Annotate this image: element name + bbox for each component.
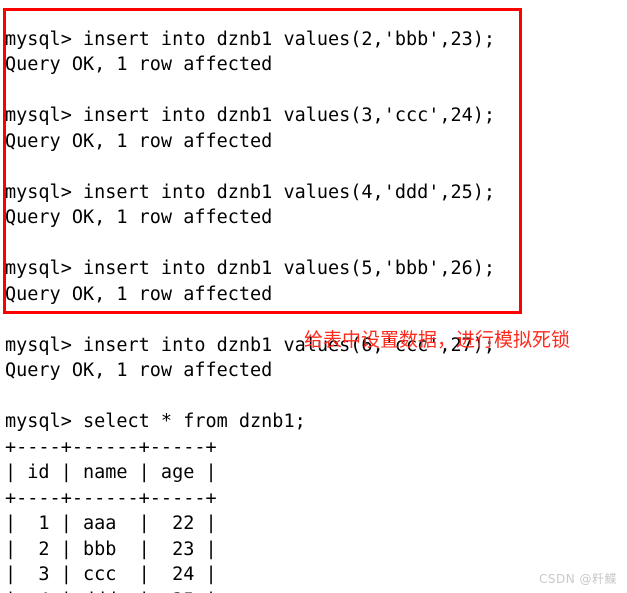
terminal-line: mysql> insert into dznb1 values(5,'bbb',…: [5, 258, 496, 279]
table-row: | 3 | ccc | 24 |: [5, 564, 217, 585]
terminal-line: Query OK, 1 row affected: [5, 207, 273, 228]
table-separator: +----+------+-----+: [5, 436, 217, 458]
table-row: | 1 | aaa | 22 |: [5, 513, 217, 534]
table-header-row: | id | name | age |: [5, 462, 217, 483]
table-separator: +----+------+-----+: [5, 487, 217, 509]
terminal-line: Query OK, 1 row affected: [5, 360, 273, 381]
terminal-line: mysql> insert into dznb1 values(4,'ddd',…: [5, 181, 496, 203]
terminal-line: Query OK, 1 row affected: [5, 130, 273, 152]
terminal-line: mysql> insert into dznb1 values(2,'bbb',…: [5, 28, 496, 50]
terminal-line: Query OK, 1 row affected: [5, 283, 273, 305]
table-row: | 2 | bbb | 23 |: [5, 538, 217, 560]
terminal-output: mysql> insert into dznb1 values(2,'bbb',…: [5, 27, 565, 593]
terminal-line: mysql> insert into dznb1 values(3,'ccc',…: [5, 105, 496, 126]
csdn-watermark: CSDN @粁鰈: [538, 572, 617, 586]
annotation-text: 给表中设置数据，进行模拟死锁: [304, 329, 571, 351]
terminal-select-statement: mysql> select * from dznb1;: [5, 411, 306, 432]
terminal-screenshot: mysql> insert into dznb1 values(2,'bbb',…: [0, 0, 627, 593]
table-row: | 4 | ddd | 25 |: [5, 590, 217, 593]
terminal-line: Query OK, 1 row affected: [5, 54, 273, 75]
